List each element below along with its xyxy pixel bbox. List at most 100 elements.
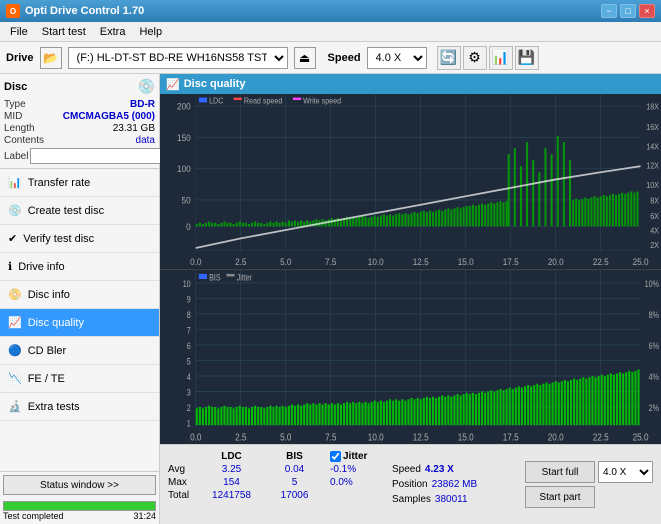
nav-transfer-rate-label: Transfer rate (28, 177, 91, 189)
svg-text:6X: 6X (650, 212, 659, 222)
svg-text:20.0: 20.0 (548, 431, 564, 442)
svg-text:10.0: 10.0 (368, 431, 384, 442)
progress-bar-outer (3, 501, 156, 511)
svg-text:Write speed: Write speed (303, 96, 341, 106)
svg-text:9: 9 (187, 294, 191, 304)
nav-fe-te[interactable]: 📉 FE / TE (0, 365, 159, 393)
svg-text:6%: 6% (649, 341, 659, 351)
menu-help[interactable]: Help (133, 24, 168, 40)
drive-select[interactable]: (F:) HL-DT-ST BD-RE WH16NS58 TST4 (68, 47, 288, 69)
nav-extra-tests[interactable]: 🔬 Extra tests (0, 393, 159, 421)
nav-drive-info[interactable]: ℹ Drive info (0, 253, 159, 281)
svg-text:2.5: 2.5 (235, 256, 246, 267)
disc-quality-title: Disc quality (184, 78, 246, 90)
status-window-button[interactable]: Status window >> (3, 475, 156, 495)
disc-mid-val: CMCMAGBA5 (000) (63, 111, 155, 122)
row-avg-label: Avg (168, 464, 196, 475)
svg-text:5.0: 5.0 (280, 431, 291, 442)
menu-start-test[interactable]: Start test (36, 24, 92, 40)
nav-disc-info-label: Disc info (28, 289, 70, 301)
title-bar: O Opti Drive Control 1.70 − □ × (0, 0, 661, 22)
svg-text:4: 4 (187, 372, 191, 382)
transfer-rate-icon: 📊 (8, 176, 22, 189)
start-part-button[interactable]: Start part (525, 486, 595, 508)
svg-text:12.5: 12.5 (413, 256, 429, 267)
svg-text:17.5: 17.5 (503, 431, 519, 442)
start-full-button[interactable]: Start full (525, 461, 595, 483)
nav-create-test-disc-label: Create test disc (28, 205, 104, 217)
disc-icon: 💿 (138, 78, 155, 95)
svg-text:15.0: 15.0 (458, 431, 474, 442)
menu-bar: File Start test Extra Help (0, 22, 661, 42)
cd-bler-icon: 🔵 (8, 344, 22, 357)
svg-text:22.5: 22.5 (593, 256, 609, 267)
drive-browse-icon[interactable]: 📂 (40, 47, 62, 69)
row-total-label: Total (168, 490, 196, 501)
svg-text:0.0: 0.0 (190, 431, 201, 442)
top-chart-svg: 200 150 100 50 0 0.0 2.5 5.0 7.5 10.0 12… (160, 94, 661, 269)
nav-disc-quality[interactable]: 📈 Disc quality (0, 309, 159, 337)
nav-disc-quality-label: Disc quality (28, 317, 84, 329)
svg-text:5: 5 (187, 356, 191, 366)
minimize-button[interactable]: − (601, 4, 617, 18)
nav-transfer-rate[interactable]: 📊 Transfer rate (0, 169, 159, 197)
graph-icon[interactable]: 📊 (489, 46, 513, 70)
nav-cd-bler[interactable]: 🔵 CD Bler (0, 337, 159, 365)
nav-create-test-disc[interactable]: 💿 Create test disc (0, 197, 159, 225)
samples-info-label: Samples (392, 494, 431, 505)
svg-text:7: 7 (187, 325, 191, 335)
svg-text:150: 150 (177, 132, 191, 143)
svg-text:3: 3 (187, 387, 191, 397)
disc-label-input[interactable] (30, 148, 164, 164)
row-max-label: Max (168, 477, 196, 488)
position-info-val: 23862 MB (432, 479, 478, 490)
svg-text:12X: 12X (646, 161, 659, 171)
disc-info-icon: 📀 (8, 288, 22, 301)
svg-text:25.0: 25.0 (633, 431, 649, 442)
close-button[interactable]: × (639, 4, 655, 18)
disc-quality-icon: 📈 (8, 316, 22, 329)
avg-bis: 0.04 (267, 464, 322, 475)
create-test-disc-icon: 💿 (8, 204, 22, 217)
svg-text:7.5: 7.5 (325, 256, 336, 267)
jitter-checkbox[interactable] (330, 451, 341, 462)
svg-text:10: 10 (183, 279, 191, 289)
maximize-button[interactable]: □ (620, 4, 636, 18)
svg-text:100: 100 (177, 164, 191, 175)
svg-text:16X: 16X (646, 123, 659, 133)
nav-fe-te-label: FE / TE (28, 373, 65, 385)
svg-text:22.5: 22.5 (593, 431, 609, 442)
max-ldc: 154 (204, 477, 259, 488)
svg-text:2X: 2X (650, 240, 659, 250)
svg-text:Jitter: Jitter (237, 272, 253, 282)
refresh-icon[interactable]: 🔄 (437, 46, 461, 70)
avg-ldc: 3.25 (204, 464, 259, 475)
app-icon: O (6, 4, 20, 18)
svg-text:10.0: 10.0 (368, 256, 384, 267)
settings-icon[interactable]: ⚙ (463, 46, 487, 70)
svg-text:200: 200 (177, 101, 191, 112)
nav-section: 📊 Transfer rate 💿 Create test disc ✔ Ver… (0, 169, 159, 471)
chart-area: 200 150 100 50 0 0.0 2.5 5.0 7.5 10.0 12… (160, 94, 661, 444)
verify-test-disc-icon: ✔ (8, 232, 17, 245)
nav-verify-test-disc[interactable]: ✔ Verify test disc (0, 225, 159, 253)
avg-jitter: -0.1% (330, 464, 380, 475)
status-text: Test completed (3, 511, 64, 521)
col-jitter: Jitter (343, 451, 367, 462)
svg-text:LDC: LDC (209, 96, 224, 106)
disc-section-title: Disc (4, 81, 27, 93)
position-info-label: Position (392, 479, 428, 490)
menu-extra[interactable]: Extra (94, 24, 132, 40)
menu-file[interactable]: File (4, 24, 34, 40)
speed-select[interactable]: 4.0 X (367, 47, 427, 69)
stats-row: LDC BIS Jitter Avg 3.25 0.04 -0.1% Max 1… (160, 444, 661, 524)
svg-text:8X: 8X (650, 196, 659, 206)
svg-text:15.0: 15.0 (458, 256, 474, 267)
svg-text:4X: 4X (650, 226, 659, 236)
save-icon[interactable]: 💾 (515, 46, 539, 70)
top-chart: 200 150 100 50 0 0.0 2.5 5.0 7.5 10.0 12… (160, 94, 661, 270)
drive-eject-icon[interactable]: ⏏ (294, 47, 316, 69)
svg-text:7.5: 7.5 (325, 431, 336, 442)
nav-disc-info[interactable]: 📀 Disc info (0, 281, 159, 309)
speed-select-2[interactable]: 4.0 X (598, 461, 653, 483)
